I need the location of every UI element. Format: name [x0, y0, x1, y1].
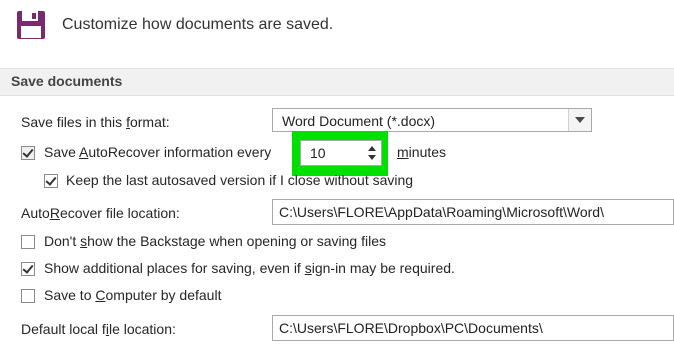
- autorecover-location-value: C:\Users\FLORE\AppData\Roaming\Microsoft…: [279, 204, 604, 220]
- minutes-spinner[interactable]: 10: [300, 140, 382, 166]
- format-dropdown[interactable]: Word Document (*.docx): [272, 108, 592, 132]
- save-computer-label: Save to Computer by default: [44, 287, 222, 303]
- autorecover-label: Save AutoRecover information every: [44, 144, 272, 160]
- spin-up-icon[interactable]: [368, 146, 376, 151]
- default-location-field[interactable]: C:\Users\FLORE\Dropbox\PC\Documents\: [272, 315, 674, 341]
- keep-last-checkbox[interactable]: [44, 174, 58, 188]
- default-location-value: C:\Users\FLORE\Dropbox\PC\Documents\: [279, 320, 543, 336]
- minutes-value: 10: [310, 145, 326, 161]
- spin-down-icon[interactable]: [368, 155, 376, 160]
- chevron-down-icon: [575, 117, 585, 123]
- autorecover-location-field[interactable]: C:\Users\FLORE\AppData\Roaming\Microsoft…: [272, 199, 674, 225]
- backstage-label: Don't show the Backstage when opening or…: [44, 233, 386, 249]
- additional-places-checkbox[interactable]: [21, 262, 35, 276]
- format-label: Save files in this format:: [21, 114, 170, 130]
- floppy-disk-icon: [17, 11, 45, 39]
- format-dropdown-value: Word Document (*.docx): [282, 113, 436, 129]
- autorecover-location-label: AutoRecover file location:: [21, 205, 180, 221]
- backstage-checkbox[interactable]: [21, 235, 35, 249]
- keep-last-label: Keep the last autosaved version if I clo…: [66, 172, 414, 188]
- dropdown-button[interactable]: [568, 109, 591, 131]
- autorecover-checkbox[interactable]: [21, 146, 35, 160]
- section-title: Save documents: [11, 73, 123, 89]
- default-location-label: Default local file location:: [21, 321, 176, 337]
- additional-places-label: Show additional places for saving, even …: [44, 260, 455, 276]
- save-computer-checkbox[interactable]: [21, 289, 35, 303]
- minutes-label: minutes: [397, 144, 447, 160]
- page-title: Customize how documents are saved.: [62, 16, 334, 33]
